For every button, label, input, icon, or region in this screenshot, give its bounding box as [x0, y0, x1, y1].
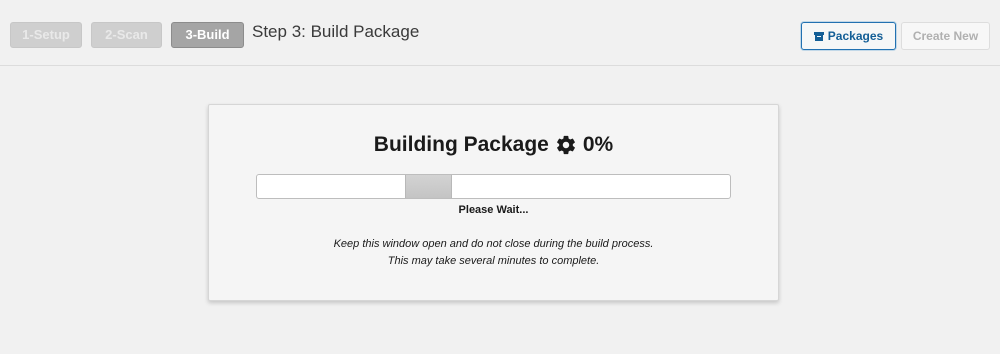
- packages-button-label: Packages: [827, 29, 884, 43]
- packages-button[interactable]: Packages: [801, 22, 896, 50]
- gear-icon: [556, 135, 575, 155]
- build-heading: Building Package 0%: [209, 133, 778, 157]
- build-panel: Building Package 0% Please Wait... Keep …: [208, 104, 779, 301]
- wizard-header: 1-Setup 2-Scan 3-Build Step 3: Build Pac…: [0, 0, 1000, 66]
- build-notice: Keep this window open and do not close d…: [209, 236, 778, 270]
- build-title: Building Package: [373, 133, 549, 156]
- create-new-button[interactable]: Create New: [901, 22, 990, 50]
- archive-box-icon: [813, 31, 824, 41]
- notice-line-1: Keep this window open and do not close d…: [333, 238, 654, 250]
- progress-bar: [256, 174, 731, 199]
- notice-line-2: This may take several minutes to complet…: [387, 255, 600, 267]
- step-setup-button[interactable]: 1-Setup: [10, 22, 82, 48]
- step-build-button[interactable]: 3-Build: [171, 22, 244, 48]
- step-scan-button[interactable]: 2-Scan: [91, 22, 162, 48]
- build-percent: 0%: [582, 133, 614, 156]
- wait-text: Please Wait...: [458, 204, 529, 216]
- progress-indicator: [405, 175, 452, 198]
- page-title: Step 3: Build Package: [252, 22, 420, 41]
